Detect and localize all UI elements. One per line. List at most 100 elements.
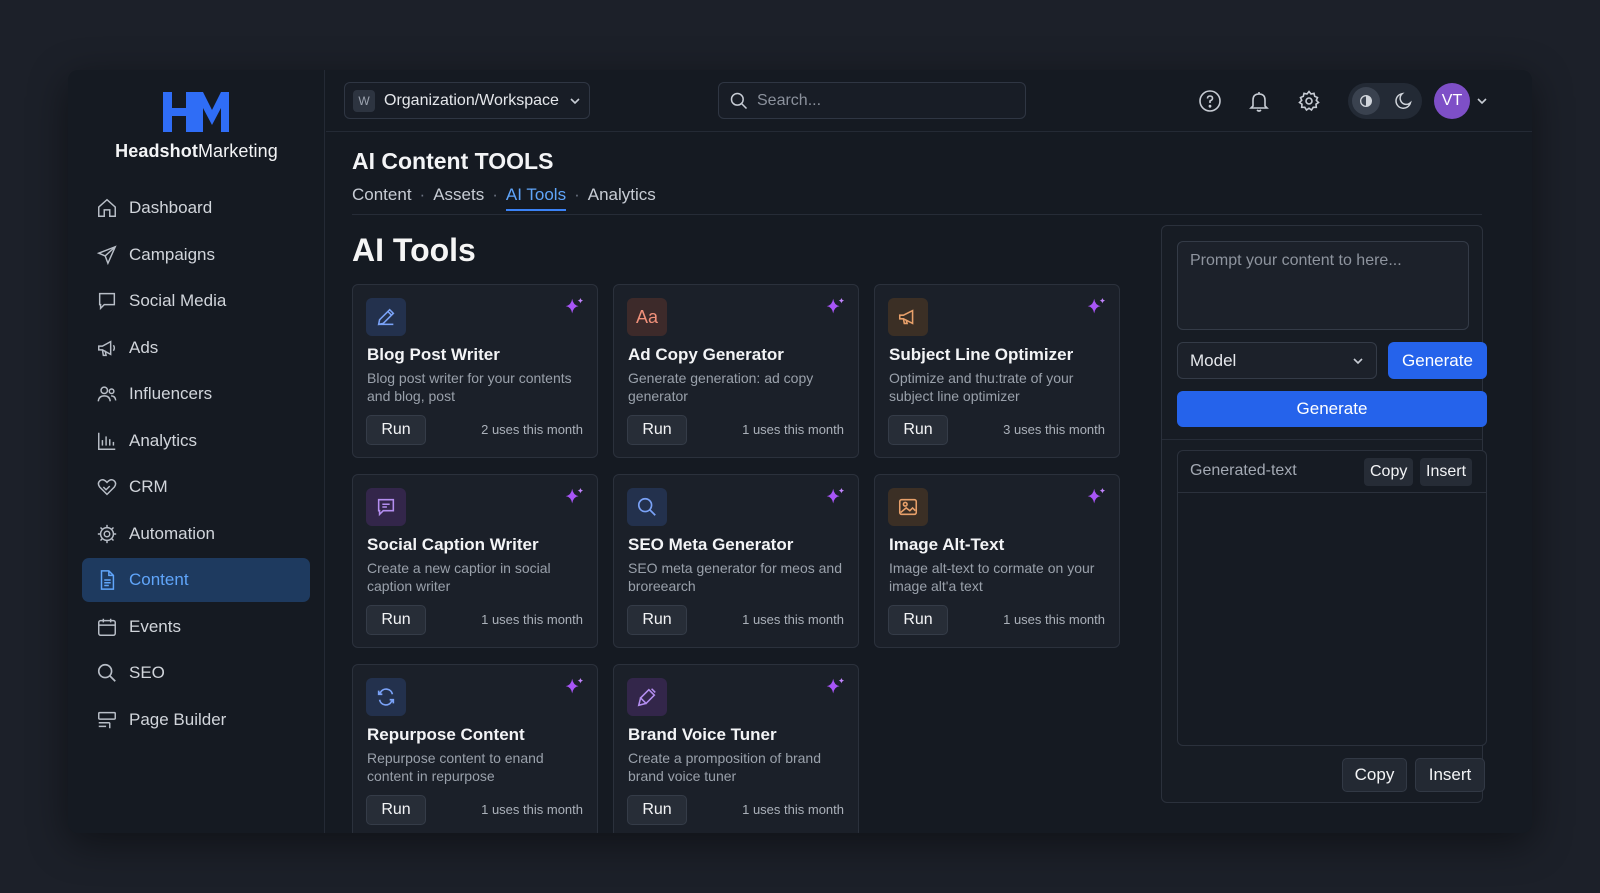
help-icon[interactable] (1198, 89, 1222, 113)
search-box[interactable] (718, 82, 1026, 119)
moon-icon (1395, 92, 1412, 109)
copy-button[interactable]: Copy (1342, 758, 1407, 792)
sidebar-item-seo[interactable]: SEO (82, 651, 310, 695)
search-input[interactable] (757, 91, 1007, 110)
sidebar-item-analytics[interactable]: Analytics (82, 419, 310, 463)
tool-description: Optimize and thu:trate of your subject l… (889, 370, 1074, 404)
header-divider (352, 214, 1482, 215)
sidebar-item-dashboard[interactable]: Dashboard (82, 186, 310, 230)
tool-title: Social Caption Writer (367, 535, 539, 554)
topbar: W Organization/Workspace VT (326, 70, 1532, 132)
usage-count: 2 uses this month (481, 422, 583, 437)
tool-title: Ad Copy Generator (628, 345, 784, 364)
megaphone-icon (888, 298, 928, 336)
generate-full-button[interactable]: Generate (1177, 391, 1487, 427)
tool-title: Brand Voice Tuner (628, 725, 777, 744)
tool-title: Blog Post Writer (367, 345, 500, 364)
sidebar: HeadshotMarketing Dashboard Campaigns So… (68, 70, 325, 833)
prompt-input[interactable] (1177, 241, 1469, 330)
tool-description: Image alt-text to cormate on your image … (889, 560, 1095, 594)
tool-card-seo-meta-generator[interactable]: SEO Meta Generator SEO meta generator fo… (613, 474, 859, 648)
insert-button[interactable]: Insert (1415, 758, 1485, 792)
tool-description: Create a new captior in social caption w… (367, 560, 551, 594)
breadcrumb-separator: · (419, 185, 426, 204)
bell-icon[interactable] (1247, 89, 1271, 113)
sparkle-icon (563, 486, 585, 513)
brush-icon (627, 678, 667, 716)
tool-title: Repurpose Content (367, 725, 525, 744)
tool-card-subject-line-optimizer[interactable]: Subject Line Optimizer Optimize and thu:… (874, 284, 1120, 458)
tool-card-ad-copy-generator[interactable]: Aa Ad Copy Generator Generate generation… (613, 284, 859, 458)
sidebar-item-label: Automation (129, 523, 215, 543)
chat-icon (98, 292, 116, 311)
usage-count: 1 uses this month (481, 802, 583, 817)
sidebar-item-page-builder[interactable]: Page Builder (82, 698, 310, 742)
tool-card-blog-post-writer[interactable]: Blog Post Writer Blog post writer for yo… (352, 284, 598, 458)
tool-card-brand-voice-tuner[interactable]: Brand Voice Tuner Create a promposition … (613, 664, 859, 833)
run-button[interactable]: Run (366, 415, 426, 445)
run-button[interactable]: Run (627, 605, 687, 635)
output-box[interactable]: Generated-text Copy Insert (1177, 450, 1487, 746)
breadcrumb-analytics[interactable]: Analytics (588, 185, 656, 205)
sidebar-item-campaigns[interactable]: Campaigns (82, 233, 310, 277)
brand-logo[interactable]: HeadshotMarketing (68, 90, 325, 162)
workspace-badge: W (353, 89, 375, 112)
home-icon (98, 198, 116, 217)
sidebar-item-label: Influencers (129, 384, 213, 403)
sidebar-item-crm[interactable]: CRM (82, 465, 310, 509)
theme-toggle[interactable] (1348, 83, 1422, 119)
user-avatar[interactable]: VT (1434, 83, 1470, 119)
document-icon (100, 570, 115, 590)
workspace-selector[interactable]: W Organization/Workspace (344, 82, 590, 119)
sidebar-item-label: Ads (129, 337, 159, 357)
model-select-value: Model (1190, 350, 1237, 370)
usage-count: 3 uses this month (1003, 422, 1105, 437)
run-button[interactable]: Run (888, 415, 948, 445)
tool-card-social-caption-writer[interactable]: Social Caption Writer Create a new capti… (352, 474, 598, 648)
generate-button[interactable]: Generate (1388, 342, 1487, 379)
search-icon (97, 663, 116, 682)
settings-gear-icon[interactable] (1297, 89, 1321, 113)
tool-description: SEO meta generator for meos and broreear… (628, 560, 842, 594)
sidebar-item-ads[interactable]: Ads (82, 326, 310, 370)
generator-panel: Model Generate Generate Generated-text C… (1161, 225, 1487, 803)
run-button[interactable]: Run (366, 605, 426, 635)
tool-card-repurpose-content[interactable]: Repurpose Content Repurpose content to e… (352, 664, 598, 833)
breadcrumb-separator: · (492, 185, 498, 204)
sidebar-item-social-media[interactable]: Social Media (82, 279, 310, 323)
run-button[interactable]: Run (627, 795, 687, 825)
section-heading: AI Tools (352, 232, 476, 268)
sidebar-item-events[interactable]: Events (82, 605, 310, 649)
users-icon (97, 386, 117, 402)
sidebar-item-influencers[interactable]: Influencers (82, 372, 310, 416)
breadcrumb-separator: · (574, 185, 580, 204)
tool-title: Image Alt-Text (889, 535, 1005, 554)
output-label: Generated-text (1190, 462, 1297, 479)
sparkle-icon (824, 486, 846, 513)
sparkle-icon (824, 676, 846, 703)
run-button[interactable]: Run (366, 795, 426, 825)
layout-icon (98, 711, 116, 728)
sidebar-item-content[interactable]: Content (82, 558, 310, 602)
sparkle-icon (563, 296, 585, 323)
breadcrumb-ai-tools[interactable]: AI Tools (505, 185, 567, 211)
run-button[interactable]: Run (627, 415, 687, 445)
sidebar-item-label: Dashboard (129, 198, 213, 217)
pencil-icon (366, 298, 406, 336)
run-button[interactable]: Run (888, 605, 948, 635)
model-select[interactable]: Model (1177, 342, 1377, 379)
breadcrumb-assets[interactable]: Assets (433, 185, 484, 205)
send-icon (96, 244, 117, 265)
message-icon (366, 488, 406, 526)
brand-name: HeadshotMarketing (115, 141, 278, 161)
chevron-down-icon[interactable] (1476, 95, 1488, 107)
sidebar-item-automation[interactable]: Automation (82, 512, 310, 556)
output-insert-button[interactable]: Insert (1420, 458, 1473, 486)
chevron-down-icon (1353, 357, 1363, 364)
handshake-icon (97, 479, 117, 496)
bar-chart-icon (98, 432, 116, 450)
tool-card-image-alt-text[interactable]: Image Alt-Text Image alt-text to cormate… (874, 474, 1120, 648)
output-copy-button[interactable]: Copy (1364, 458, 1414, 486)
breadcrumb-content[interactable]: Content (352, 185, 412, 205)
usage-count: 1 uses this month (481, 612, 583, 627)
